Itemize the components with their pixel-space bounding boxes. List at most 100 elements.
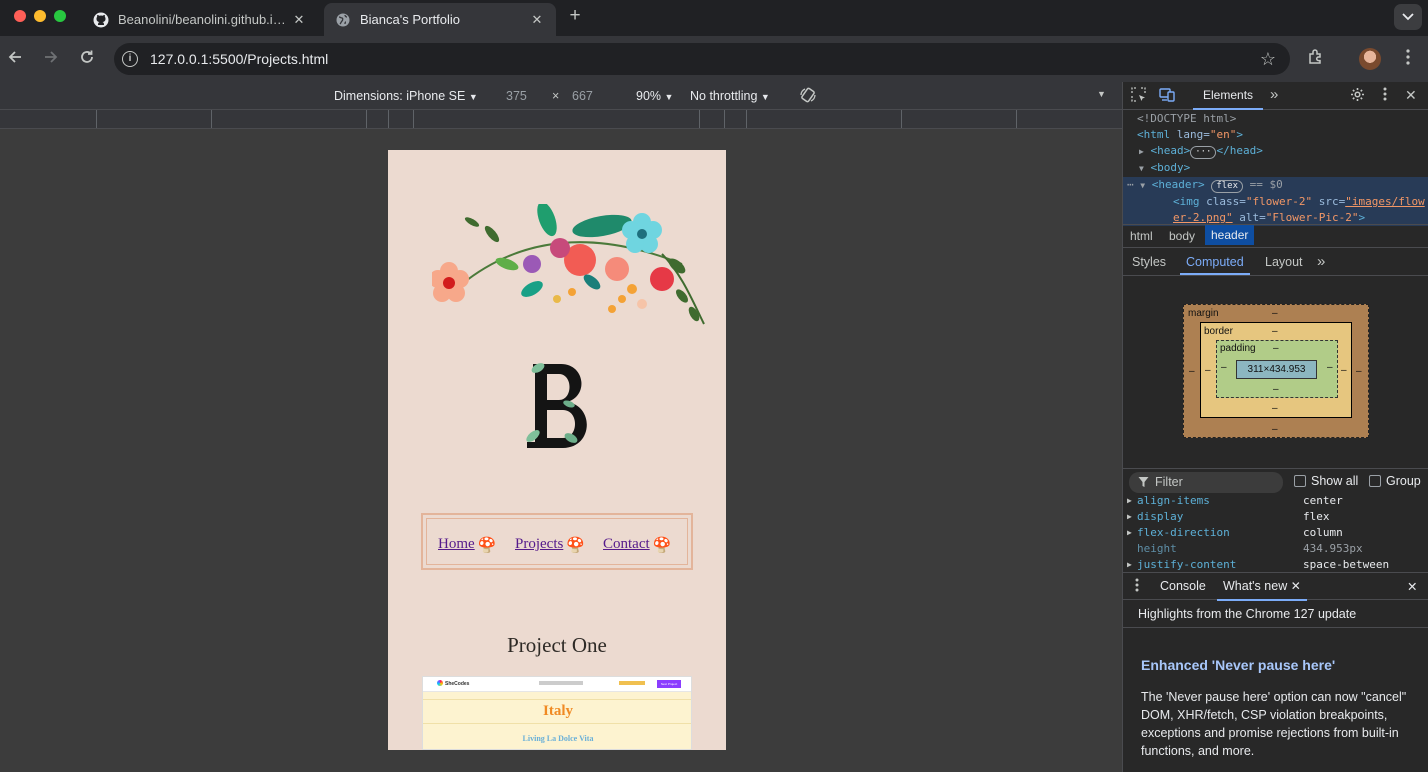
tab-elements[interactable]: Elements — [1193, 82, 1264, 110]
device-width-input[interactable]: 375 — [506, 89, 527, 103]
box-model-border[interactable]: border – – – – padding – – – – 311×434.9… — [1200, 322, 1352, 418]
computed-row[interactable]: ▶ flex-direction column — [1123, 525, 1428, 541]
expand-triangle-icon[interactable]: ▶ — [1139, 147, 1144, 156]
computed-row[interactable]: ▶ align-items center — [1123, 493, 1428, 509]
expand-triangle-icon[interactable]: ▶ — [1127, 509, 1132, 525]
zoom-select[interactable]: 90% ▼ — [636, 89, 673, 103]
dom-node-body[interactable]: ▼ <body> — [1123, 160, 1428, 177]
device-dimensions-select[interactable]: Dimensions: iPhone SE ▼ — [334, 89, 478, 103]
collapse-triangle-icon[interactable]: ▼ — [1140, 181, 1145, 190]
computed-row[interactable]: ▶ display flex — [1123, 509, 1428, 525]
padding-right-value[interactable]: – — [1327, 362, 1333, 373]
margin-right-value[interactable]: – — [1356, 366, 1362, 377]
url-text[interactable]: 127.0.0.1:5500/Projects.html — [150, 51, 328, 67]
border-left-value[interactable]: – — [1205, 365, 1211, 376]
shecodes-logo-icon — [437, 680, 443, 686]
ellipsis-badge[interactable]: ··· — [1190, 146, 1217, 159]
info-icon[interactable]: i — [122, 51, 138, 67]
tab-portfolio[interactable]: Bianca's Portfolio ✕ — [324, 3, 556, 36]
padding-bottom-value[interactable]: – — [1273, 384, 1279, 395]
maximize-window-button[interactable] — [54, 10, 66, 22]
tab-styles[interactable]: Styles — [1132, 255, 1166, 269]
address-bar[interactable]: i 127.0.0.1:5500/Projects.html ☆ — [114, 43, 1290, 75]
padding-top-value[interactable]: – — [1273, 343, 1279, 354]
settings-gear-icon[interactable] — [1350, 87, 1365, 105]
margin-left-value[interactable]: – — [1189, 366, 1195, 377]
new-tab-button[interactable]: + — [566, 6, 584, 28]
close-icon[interactable]: ✕ — [1291, 579, 1301, 593]
tag-text: <body> — [1150, 161, 1191, 174]
extensions-button[interactable] — [1305, 48, 1327, 70]
device-toggle-icon[interactable] — [1159, 87, 1175, 105]
tab-whats-new[interactable]: What's new ✕ — [1217, 573, 1307, 601]
src-link[interactable]: "images/flow — [1345, 195, 1424, 208]
computed-row[interactable]: ▶ justify-content space-between — [1123, 557, 1428, 573]
dom-node-header-selected[interactable]: ⋯ ▼ <header> flex == $0 — [1123, 177, 1428, 194]
whats-new-article-title[interactable]: Enhanced 'Never pause here' — [1141, 657, 1335, 673]
devtools-menu-icon[interactable] — [1383, 87, 1387, 104]
device-toolbar-menu-icon[interactable]: ▼ — [1097, 89, 1106, 99]
expand-triangle-icon[interactable]: ▶ — [1127, 525, 1132, 541]
close-icon[interactable]: ✕ — [290, 12, 308, 28]
tab-layout[interactable]: Layout — [1265, 255, 1303, 269]
nav-home-link[interactable]: Home 🍄 — [438, 536, 496, 555]
project-preview-image[interactable]: SheCodes Next Project Italy Living La Do… — [422, 676, 692, 750]
computed-row[interactable]: height 434.953px — [1123, 541, 1428, 557]
more-tabs-icon[interactable]: » — [1270, 86, 1278, 103]
close-window-button[interactable] — [14, 10, 26, 22]
minimize-window-button[interactable] — [34, 10, 46, 22]
inspect-element-icon[interactable] — [1131, 87, 1146, 105]
flex-badge[interactable]: flex — [1211, 180, 1243, 193]
border-bottom-value[interactable]: – — [1272, 403, 1278, 414]
nav-projects-link[interactable]: Projects 🍄 — [515, 536, 585, 555]
devtools-tab-bar: Elements » ✕ — [1123, 82, 1428, 110]
box-model-content-size[interactable]: 311×434.953 — [1236, 360, 1317, 379]
expand-triangle-icon[interactable]: ▶ — [1127, 557, 1132, 573]
property-name: align-items — [1137, 494, 1210, 507]
caret-down-icon: ▼ — [760, 92, 770, 102]
filter-input[interactable]: Filter — [1129, 472, 1283, 493]
padding-left-value[interactable]: – — [1221, 362, 1227, 373]
box-model-margin[interactable]: margin – – – – border – – – – padding – … — [1183, 304, 1369, 438]
rotate-button[interactable] — [799, 86, 817, 107]
breadcrumb-header[interactable]: header — [1205, 225, 1255, 245]
profile-avatar[interactable] — [1359, 48, 1381, 70]
close-icon[interactable]: ✕ — [528, 12, 546, 28]
group-checkbox[interactable] — [1369, 475, 1381, 487]
show-all-checkbox[interactable] — [1294, 475, 1306, 487]
box-model-padding[interactable]: padding – – – – 311×434.953 — [1216, 340, 1338, 398]
margin-bottom-value[interactable]: – — [1272, 424, 1278, 435]
tab-search-button[interactable] — [1394, 4, 1422, 30]
dom-node-doctype[interactable]: <!DOCTYPE html> — [1123, 111, 1428, 127]
close-devtools-icon[interactable]: ✕ — [1405, 87, 1417, 104]
collapse-triangle-icon[interactable]: ▼ — [1139, 164, 1144, 173]
browser-menu-button[interactable] — [1397, 48, 1419, 70]
bookmark-star-icon[interactable]: ☆ — [1260, 49, 1276, 70]
breadcrumb-html[interactable]: html — [1130, 229, 1153, 243]
breadcrumb-body[interactable]: body — [1169, 229, 1195, 243]
border-right-value[interactable]: – — [1341, 365, 1347, 376]
expand-triangle-icon[interactable]: ▶ — [1127, 493, 1132, 509]
tab-github[interactable]: Beanolini/beanolini.github.io at ✕ — [82, 3, 318, 36]
dom-node-img[interactable]: <img class="flower-2" src="images/flow — [1123, 194, 1428, 210]
tab-computed[interactable]: Computed — [1186, 255, 1244, 269]
back-button[interactable] — [4, 48, 26, 70]
src-link[interactable]: er-2.png" — [1173, 211, 1233, 224]
row-actions-icon[interactable]: ⋯ — [1127, 178, 1134, 191]
property-value: column — [1303, 526, 1343, 539]
nav-contact-link[interactable]: Contact 🍄 — [603, 536, 671, 555]
dom-node-head[interactable]: ▶ <head> ··· </head> — [1123, 143, 1428, 160]
border-top-value[interactable]: – — [1272, 326, 1278, 337]
device-height-input[interactable]: 667 — [572, 89, 593, 103]
reload-button[interactable] — [76, 48, 98, 70]
throttling-select[interactable]: No throttling ▼ — [690, 89, 770, 103]
portfolio-page[interactable]: Home 🍄 Projects 🍄 Contact 🍄 Project One She… — [388, 150, 726, 750]
dom-node-html[interactable]: <html lang="en"> — [1123, 127, 1428, 143]
margin-top-value[interactable]: – — [1272, 308, 1278, 319]
globe-icon — [334, 11, 352, 29]
close-drawer-icon[interactable]: ✕ — [1407, 579, 1417, 594]
forward-button[interactable] — [40, 48, 62, 70]
drawer-menu-icon[interactable] — [1135, 578, 1139, 595]
more-tabs-icon[interactable]: » — [1317, 253, 1325, 270]
tab-console[interactable]: Console — [1160, 579, 1206, 593]
